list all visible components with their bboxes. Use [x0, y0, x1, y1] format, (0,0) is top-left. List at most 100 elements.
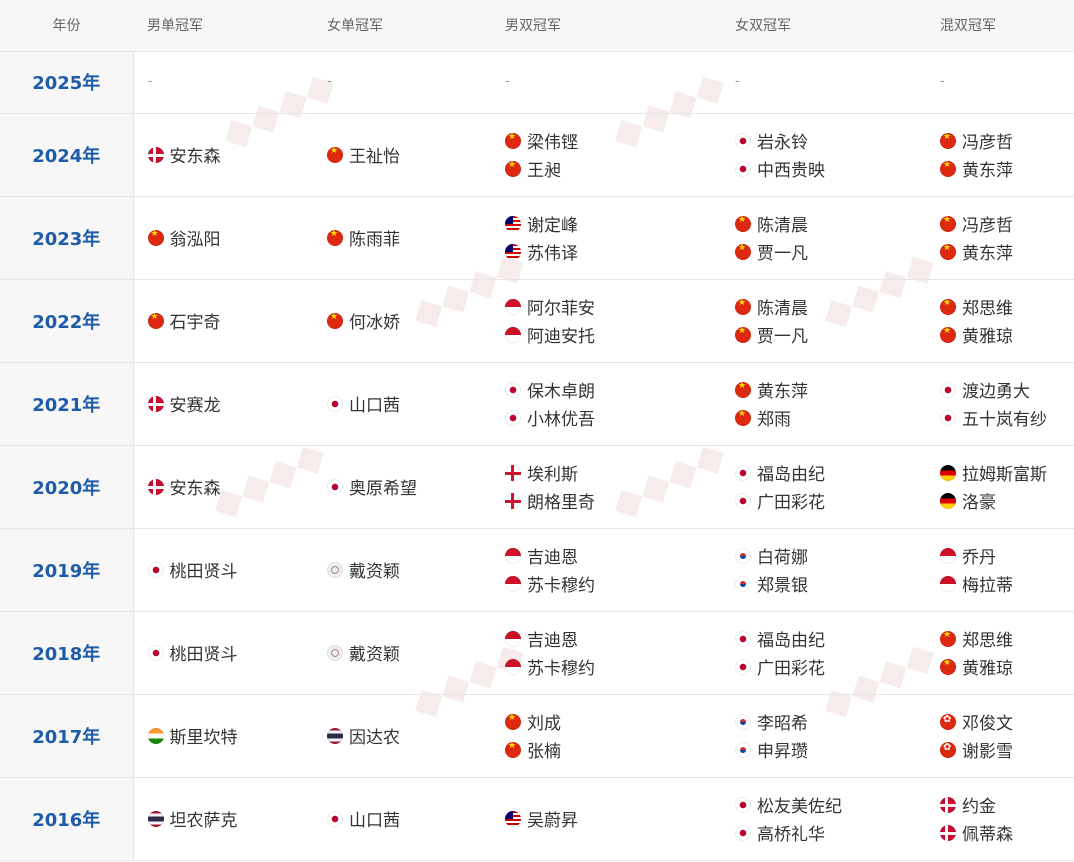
player: 阿尔菲安	[505, 293, 721, 321]
header-mens-singles: 男单冠军	[133, 0, 313, 52]
table-row: 2020年 安东森 奥原希望 埃利斯 朗格里奇 福岛由纪 广田彩花 拉姆斯富斯 洛豪	[0, 445, 1074, 528]
champion-cell-ms: 桃田贤斗	[133, 528, 313, 611]
flag-en-icon	[505, 464, 521, 481]
player-name: 奥原希望	[349, 479, 417, 499]
player: 保木卓朗	[505, 376, 721, 404]
champion-cell-wd: 福岛由纪 广田彩花	[721, 445, 926, 528]
player-name: 小林优吾	[527, 410, 595, 430]
flag-th-icon	[327, 727, 343, 744]
flag-jp-icon	[940, 409, 956, 426]
flag-cn-icon	[327, 146, 343, 163]
table-row: 2016年 坦农萨克 山口茜 吴蔚昇 松友美佐纪 高桥礼华 约金 佩蒂森	[0, 777, 1074, 860]
player-name: 贾一凡	[757, 244, 808, 264]
player: 戴资颖	[327, 639, 491, 667]
player-name: 黄东萍	[962, 161, 1013, 181]
flag-tpe-icon	[327, 644, 343, 661]
table-row: 2018年桃田贤斗戴资颖吉迪恩苏卡穆约福岛由纪广田彩花郑思维黄雅琼	[0, 611, 1074, 694]
player: 翁泓阳	[147, 224, 314, 252]
player-name: 洛豪	[962, 493, 996, 513]
player-name: 保木卓朗	[527, 382, 595, 402]
player-name: 陈雨菲	[349, 230, 400, 250]
champion-cell-wd: 陈清晨贾一凡	[721, 279, 926, 362]
player: 广田彩花	[735, 653, 926, 681]
header-row: 年份 男单冠军 女单冠军 男双冠军 女双冠军 混双冠军	[0, 0, 1074, 52]
table-row: 2025年 - - - - -	[0, 51, 1074, 113]
flag-cn-icon	[940, 326, 956, 343]
champion-cell-ws: -	[327, 73, 332, 89]
flag-dk-icon	[147, 146, 164, 163]
flag-cn-icon	[940, 160, 956, 177]
player-name: 福岛由纪	[757, 465, 825, 485]
player: 冯彦哲	[940, 210, 1074, 238]
player: 戴资颖	[327, 556, 491, 584]
player: 坦农萨克	[147, 805, 314, 833]
flag-id-icon	[505, 326, 521, 343]
table-row: 2021年安赛龙山口茜保木卓朗小林优吾黄东萍郑雨渡边勇大五十岚有纱	[0, 362, 1074, 445]
player-name: 阿尔菲安	[527, 299, 595, 319]
player-name: 申昇瓒	[757, 742, 808, 762]
flag-cn-icon	[505, 160, 521, 177]
champion-cell-wd: 岩永铃 中西贵映	[721, 113, 926, 196]
player-name: 吉迪恩	[527, 631, 578, 651]
player: 安东森	[147, 473, 314, 501]
player: 郑思维	[940, 293, 1074, 321]
header-mens-doubles: 男双冠军	[491, 0, 721, 52]
player-name: 佩蒂森	[962, 825, 1013, 845]
flag-id-icon	[940, 575, 956, 592]
player-name: 吉迪恩	[527, 548, 578, 568]
flag-jp-icon	[735, 160, 751, 177]
player: 吉迪恩	[505, 542, 721, 570]
flag-id-icon	[505, 575, 521, 592]
flag-jp-icon	[940, 381, 956, 398]
champion-cell-ms: 翁泓阳	[133, 196, 313, 279]
player-name: 谢影雪	[962, 742, 1013, 762]
flag-jp-icon	[735, 630, 751, 647]
champion-cell-md: 吉迪恩 苏卡穆约	[491, 611, 721, 694]
player: 岩永铃	[735, 127, 926, 155]
player: 佩蒂森	[940, 819, 1074, 847]
champion-cell-md: 梁伟铿王昶	[491, 113, 721, 196]
flag-cn-icon	[735, 326, 751, 343]
player: 申昇瓒	[735, 736, 926, 764]
player-name: 安赛龙	[169, 396, 221, 416]
champion-cell-ms: 坦农萨克	[133, 777, 313, 860]
player-name: 埃利斯	[527, 465, 578, 485]
player: 谢定峰	[505, 210, 721, 238]
flag-kr-icon	[735, 713, 751, 730]
player-name: 郑思维	[962, 299, 1013, 319]
champion-cell-ms: 石宇奇	[133, 279, 313, 362]
flag-jp-icon	[147, 644, 164, 661]
player: 福岛由纪	[735, 459, 926, 487]
champion-cell-ms: 安东森	[133, 445, 313, 528]
flag-id-icon	[940, 547, 956, 564]
player: 梅拉蒂	[940, 570, 1074, 598]
player-name: 因达农	[349, 728, 400, 748]
player-name: 白荷娜	[757, 548, 808, 568]
player: 山口茜	[327, 390, 491, 418]
player-name: 斯里坎特	[169, 728, 238, 748]
champion-cell-ws: 山口茜	[313, 777, 491, 860]
player: 贾一凡	[735, 238, 926, 266]
player-name: 黄雅琼	[962, 659, 1013, 679]
player: 陈清晨	[735, 293, 926, 321]
flag-kr-icon	[735, 741, 751, 758]
table-row: 2022年石宇奇何冰娇阿尔菲安阿迪安托陈清晨贾一凡郑思维黄雅琼	[0, 279, 1074, 362]
player: 松友美佐纪	[735, 791, 926, 819]
champion-cell-ms: -	[147, 73, 153, 89]
player-name: 苏伟译	[527, 244, 578, 264]
champion-cell-ws: 戴资颖	[313, 611, 491, 694]
player-name: 张楠	[527, 742, 561, 762]
player: 拉姆斯富斯	[940, 459, 1074, 487]
player: 贾一凡	[735, 321, 926, 349]
flag-kr-icon	[735, 575, 751, 592]
player: 白荷娜	[735, 542, 926, 570]
year-cell: 2023年	[0, 196, 134, 279]
player: 王祉怡	[327, 141, 491, 169]
player: 高桥礼华	[735, 819, 926, 847]
champion-cell-xd: 渡边勇大 五十岚有纱	[926, 362, 1074, 445]
player-name: 安东森	[169, 479, 221, 499]
player: 朗格里奇	[505, 487, 721, 515]
flag-jp-icon	[505, 409, 521, 426]
champion-cell-xd: 冯彦哲黄东萍	[926, 196, 1074, 279]
player: 奥原希望	[327, 473, 491, 501]
